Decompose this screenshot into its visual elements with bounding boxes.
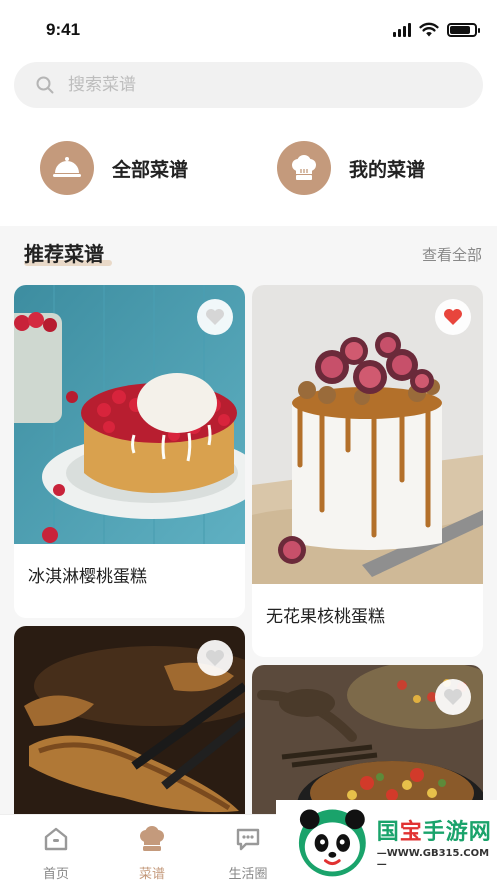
heart-icon: [206, 650, 224, 666]
favorite-button[interactable]: [197, 299, 233, 335]
favorite-button[interactable]: [435, 299, 471, 335]
search-input[interactable]: [68, 75, 448, 95]
heart-icon: [206, 309, 224, 325]
all-recipes-label: 全部菜谱: [112, 158, 189, 181]
wifi-icon: [419, 22, 439, 37]
tab-recipes-label: 菜谱: [138, 867, 165, 882]
tab-home[interactable]: 首页: [16, 825, 96, 882]
watermark-url: —WWW.GB315.COM—: [376, 847, 490, 870]
search-icon: [36, 76, 54, 94]
recipe-photo-cherry-cake: [14, 285, 245, 544]
home-icon: [44, 827, 68, 851]
heart-icon: [444, 689, 462, 705]
recipe-card[interactable]: 无花果核桃蛋糕: [252, 285, 483, 657]
cloche-icon: [40, 141, 94, 195]
cellular-signal-icon: [393, 22, 411, 37]
view-all-link[interactable]: 查看全部: [422, 244, 482, 265]
my-recipes-button[interactable]: 我的菜谱: [251, 128, 483, 208]
recommended-section-header: 推荐菜谱 查看全部: [24, 238, 484, 268]
status-bar: 9:41: [0, 0, 497, 56]
watermark-site-name: 国宝手游网: [376, 819, 492, 845]
my-recipes-label: 我的菜谱: [349, 158, 426, 181]
heart-icon: [444, 309, 462, 325]
recipe-photo-fried-fish: [14, 626, 245, 826]
chat-bubble-icon: [236, 828, 260, 851]
status-icons: [393, 22, 480, 37]
all-recipes-button[interactable]: 全部菜谱: [14, 128, 246, 208]
recipe-name: 无花果核桃蛋糕: [266, 607, 385, 627]
recipe-card[interactable]: [14, 626, 245, 826]
chef-hat-icon: [140, 826, 164, 851]
search-bar[interactable]: [14, 62, 483, 108]
recipe-photo-fig-cake: [252, 285, 483, 584]
status-time: 9:41: [46, 20, 81, 39]
favorite-button[interactable]: [197, 640, 233, 676]
battery-icon: [447, 22, 480, 37]
recipe-card[interactable]: 冰淇淋樱桃蛋糕: [14, 285, 245, 618]
section-title: 推荐菜谱: [24, 242, 104, 266]
recipe-name: 冰淇淋樱桃蛋糕: [28, 567, 147, 587]
tab-recipes[interactable]: 菜谱: [112, 825, 192, 882]
chef-hat-icon: [277, 141, 331, 195]
panda-mascot-icon: [298, 809, 366, 876]
site-watermark: 国宝手游网 —WWW.GB315.COM—: [276, 800, 497, 883]
tab-home-label: 首页: [42, 867, 69, 882]
favorite-button[interactable]: [435, 679, 471, 715]
